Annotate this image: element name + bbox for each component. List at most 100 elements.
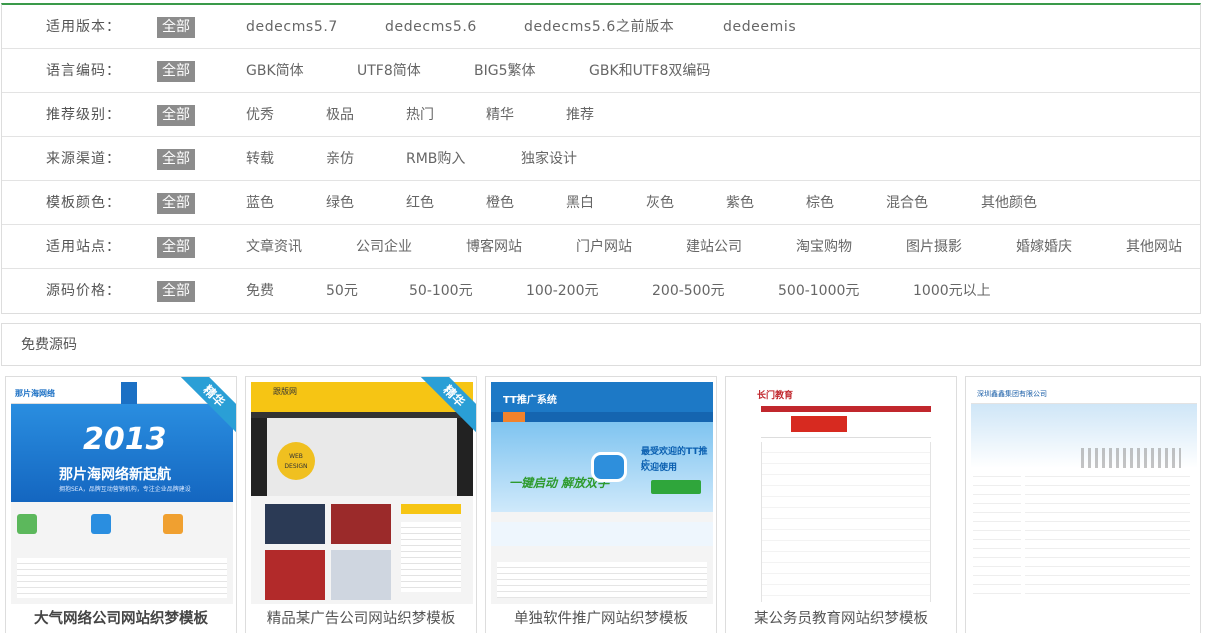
thumb-skyline bbox=[1081, 448, 1181, 468]
filter-option[interactable]: 橙色 bbox=[486, 181, 514, 225]
filter-label: 推荐级别： bbox=[46, 107, 121, 123]
filter-option[interactable]: 100-200元 bbox=[526, 269, 599, 313]
filter-option[interactable]: 50-100元 bbox=[409, 269, 473, 313]
filter-option[interactable]: BIG5繁体 bbox=[474, 49, 536, 93]
filter-option[interactable]: 极品 bbox=[326, 93, 354, 137]
thumb-subtitle-small: 拥抱SEA，品牌互动营销机构，专注企业品牌建设 bbox=[59, 486, 191, 493]
filter-row-version: 适用版本： 全部 dedecms5.7 dedecms5.6 dedecms5.… bbox=[2, 5, 1200, 49]
filter-all-tag[interactable]: 全部 bbox=[157, 61, 195, 82]
filter-option[interactable]: 热门 bbox=[406, 93, 434, 137]
filter-option[interactable]: 建站公司 bbox=[686, 225, 742, 269]
thumb-feature-strip bbox=[491, 522, 713, 546]
template-card[interactable]: 长门教育 某公务员教育网站织梦模板 bbox=[725, 376, 957, 633]
filter-label: 模板颜色： bbox=[46, 195, 121, 211]
thumb-content-lines bbox=[497, 562, 707, 598]
filter-option[interactable]: 1000元以上 bbox=[913, 269, 991, 313]
filter-row-price: 源码价格： 全部 免费 50元 50-100元 100-200元 200-500… bbox=[2, 269, 1200, 313]
filter-option[interactable]: 其他网站 bbox=[1126, 225, 1182, 269]
filter-option[interactable]: 婚嫁婚庆 bbox=[1016, 225, 1072, 269]
filter-option[interactable]: 博客网站 bbox=[466, 225, 522, 269]
template-thumbnail[interactable]: 跟版网 WEB DESIGN bbox=[251, 382, 473, 604]
card-title[interactable]: 单独软件推广网站织梦模板 bbox=[486, 607, 716, 628]
thumb-content-lines bbox=[17, 558, 227, 598]
thumb-logo: 深圳鑫鑫集团有限公司 bbox=[977, 390, 1047, 398]
filter-option[interactable]: 蓝色 bbox=[246, 181, 274, 225]
thumb-logo: 长门教育 bbox=[757, 391, 794, 401]
filter-label: 适用版本： bbox=[46, 19, 121, 35]
template-card[interactable]: 那片海网络 2013 那片海网络新起航 拥抱SEA，品牌互动营销机构，专注企业品… bbox=[5, 376, 237, 633]
thumb-feature-icons bbox=[11, 512, 233, 552]
filter-option[interactable]: 灰色 bbox=[646, 181, 674, 225]
template-card[interactable]: TT推广系统 一键启动 解放双手 最受欢迎的TT推广 欢迎使用 单独软件推广网站… bbox=[485, 376, 717, 633]
template-card[interactable]: 跟版网 WEB DESIGN 精华 精品某广告公司网站织梦模板 bbox=[245, 376, 477, 633]
filter-all-tag[interactable]: 全部 bbox=[157, 281, 195, 302]
card-title[interactable]: 精品某广告公司网站织梦模板 bbox=[246, 607, 476, 628]
template-thumbnail[interactable]: 那片海网络 2013 那片海网络新起航 拥抱SEA，品牌互动营销机构，专注企业品… bbox=[11, 382, 233, 604]
filter-label: 来源渠道： bbox=[46, 151, 121, 167]
thumb-download-button bbox=[651, 480, 701, 494]
thumb-image-block bbox=[265, 504, 325, 544]
thumb-banner: WEB DESIGN bbox=[251, 418, 473, 496]
filter-option[interactable]: 亲仿 bbox=[326, 137, 354, 181]
feature-icon bbox=[91, 514, 111, 534]
filter-all-tag[interactable]: 全部 bbox=[157, 17, 195, 38]
filter-option[interactable]: 棕色 bbox=[806, 181, 834, 225]
filter-option[interactable]: 500-1000元 bbox=[778, 269, 859, 313]
filter-option[interactable]: 精华 bbox=[486, 93, 514, 137]
filter-option[interactable]: 200-500元 bbox=[652, 269, 725, 313]
filter-option[interactable]: 公司企业 bbox=[356, 225, 412, 269]
thumb-image-block bbox=[265, 550, 325, 600]
filter-option[interactable]: 50元 bbox=[326, 269, 358, 313]
filter-row-color: 模板颜色： 全部 蓝色 绿色 红色 橙色 黑白 灰色 紫色 棕色 混合色 其他颜… bbox=[2, 181, 1200, 225]
filter-row-encoding: 语言编码： 全部 GBK简体 UTF8简体 BIG5繁体 GBK和UTF8双编码 bbox=[2, 49, 1200, 93]
filter-row-source: 来源渠道： 全部 转载 亲仿 RMB购入 独家设计 bbox=[2, 137, 1200, 181]
thumb-promo-block bbox=[791, 416, 847, 432]
section-header: 免费源码 bbox=[1, 323, 1201, 366]
template-thumbnail[interactable]: TT推广系统 一键启动 解放双手 最受欢迎的TT推广 欢迎使用 bbox=[491, 382, 713, 604]
card-title[interactable]: 大气网络公司网站织梦模板 bbox=[6, 607, 236, 628]
filter-option[interactable]: 门户网站 bbox=[576, 225, 632, 269]
thumb-banner-edge bbox=[457, 418, 473, 496]
card-title[interactable]: 某公务员教育网站织梦模板 bbox=[726, 607, 956, 628]
filter-option[interactable]: 免费 bbox=[246, 269, 274, 313]
filter-option[interactable]: 优秀 bbox=[246, 93, 274, 137]
filter-option[interactable]: 推荐 bbox=[566, 93, 594, 137]
filter-option[interactable]: GBK和UTF8双编码 bbox=[589, 49, 710, 93]
filter-option[interactable]: 红色 bbox=[406, 181, 434, 225]
filter-option[interactable]: GBK简体 bbox=[246, 49, 304, 93]
filter-label: 适用站点： bbox=[46, 239, 121, 255]
filter-option[interactable]: 独家设计 bbox=[521, 137, 577, 181]
thumb-header: TT推广系统 bbox=[491, 382, 713, 412]
filter-option[interactable]: 其他颜色 bbox=[981, 181, 1037, 225]
filter-option[interactable]: 紫色 bbox=[726, 181, 754, 225]
template-card[interactable]: 深圳鑫鑫集团有限公司 bbox=[965, 376, 1201, 633]
filter-all-tag[interactable]: 全部 bbox=[157, 105, 195, 126]
filter-option[interactable]: 转载 bbox=[246, 137, 274, 181]
thumb-logo: 跟版网 bbox=[273, 387, 297, 396]
filter-option[interactable]: dedecms5.7 bbox=[246, 5, 338, 49]
filter-option[interactable]: 图片摄影 bbox=[906, 225, 962, 269]
filter-option[interactable]: 混合色 bbox=[886, 181, 928, 225]
thumb-subtitle: 欢迎使用 bbox=[641, 463, 678, 473]
filter-option[interactable]: 文章资讯 bbox=[246, 225, 302, 269]
filter-option[interactable]: 黑白 bbox=[566, 181, 594, 225]
filter-all-tag[interactable]: 全部 bbox=[157, 149, 195, 170]
template-thumbnail[interactable]: 深圳鑫鑫集团有限公司 bbox=[971, 382, 1197, 604]
robot-icon bbox=[591, 452, 627, 482]
filter-option[interactable]: dedecms5.6之前版本 bbox=[524, 5, 674, 49]
filter-option[interactable]: 绿色 bbox=[326, 181, 354, 225]
filter-all-tag[interactable]: 全部 bbox=[157, 237, 195, 258]
filter-option[interactable]: UTF8简体 bbox=[357, 49, 421, 93]
template-thumbnail[interactable]: 长门教育 bbox=[731, 382, 953, 604]
filter-option[interactable]: dedecms5.6 bbox=[385, 5, 477, 49]
feature-icon bbox=[163, 514, 183, 534]
thumb-content-lines bbox=[761, 442, 931, 602]
filter-option[interactable]: dedeemis bbox=[723, 5, 796, 49]
filter-option[interactable]: 淘宝购物 bbox=[796, 225, 852, 269]
thumb-logo: TT推广系统 bbox=[503, 395, 557, 406]
filter-option[interactable]: RMB购入 bbox=[406, 137, 465, 181]
thumb-sidebar bbox=[973, 468, 1021, 598]
filter-all-tag[interactable]: 全部 bbox=[157, 193, 195, 214]
thumb-logo: 那片海网络 bbox=[15, 389, 55, 398]
thumb-design-badge: WEB DESIGN bbox=[277, 442, 315, 480]
